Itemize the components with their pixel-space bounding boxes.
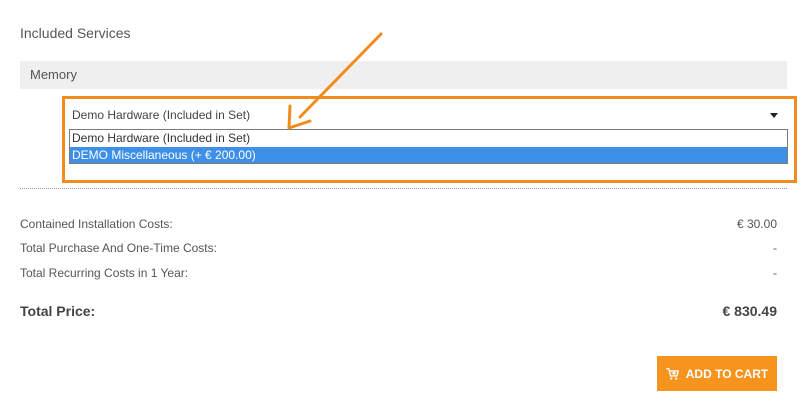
add-to-cart-label: ADD TO CART bbox=[685, 366, 769, 381]
cost-value: - bbox=[773, 241, 777, 255]
cost-value: - bbox=[773, 266, 777, 280]
add-to-cart-button[interactable]: ADD TO CART bbox=[657, 356, 777, 391]
cost-value: € 30.00 bbox=[736, 217, 777, 231]
total-price-row: Total Price: € 830.49 bbox=[20, 303, 777, 323]
cost-label: Total Recurring Costs in 1 Year: bbox=[20, 266, 189, 280]
cost-label: Contained Installation Costs: bbox=[20, 217, 173, 231]
cost-label: Total Purchase And One-Time Costs: bbox=[20, 241, 217, 255]
cart-plus-icon bbox=[665, 367, 679, 380]
total-price-value: € 830.49 bbox=[722, 303, 778, 319]
section-divider bbox=[20, 188, 787, 189]
cost-row-one-time: Total Purchase And One-Time Costs: - bbox=[20, 241, 777, 259]
page: Included Services Memory Demo Hardware (… bbox=[0, 0, 803, 419]
cost-row-recurring: Total Recurring Costs in 1 Year: - bbox=[20, 266, 777, 284]
cost-row-installation: Contained Installation Costs: € 30.00 bbox=[20, 217, 777, 235]
total-price-label: Total Price: bbox=[20, 303, 96, 319]
